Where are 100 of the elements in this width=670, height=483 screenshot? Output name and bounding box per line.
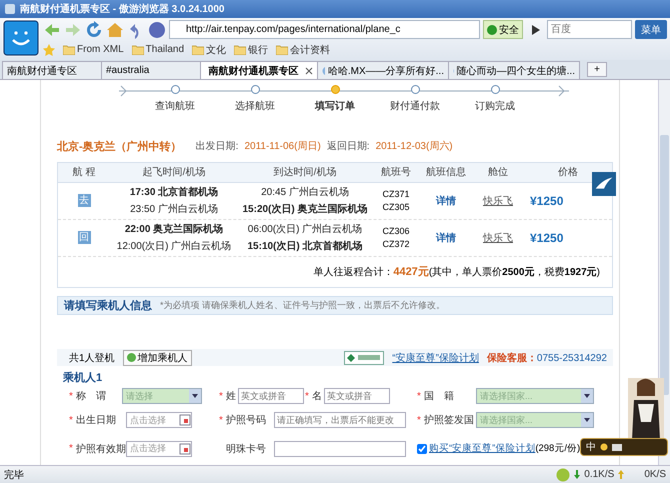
plane-icon[interactable] [592,172,616,196]
departure-text: 23:50 广州白云机场 [130,202,218,216]
total-text: 单人往返程合计：4427元(其中，单人票价2500元，税费1927元) [313,265,600,280]
star-icon[interactable] [43,44,55,56]
text-field[interactable]: 请正确填写，出票后不能更改 [274,412,406,428]
column-header: 航班号 [380,166,412,180]
date-label: 返回日期: [326,140,370,154]
field-label: 称 谓 [76,390,107,404]
browser-tab[interactable]: #australia [101,61,201,79]
calendar-icon [179,414,191,426]
flight-number: CZ305 [382,202,410,212]
name-field[interactable]: 英文或拼音 [238,388,304,404]
new-tab-button[interactable]: + [587,62,607,77]
required-mark: * [219,414,224,426]
required-mark: * [219,390,224,402]
required-mark: * [417,390,422,402]
details-link[interactable]: 详情 [420,230,472,245]
column-header: 航 程 [72,166,96,180]
keyboard-icon [612,444,622,450]
departure-text: 17:30 北京首都机场 [130,185,218,200]
field-label: 护照签发国 [424,414,474,428]
bookmark-folder[interactable]: 银行 [234,42,268,56]
bookmark-folder[interactable]: From XML [63,44,124,55]
cabin-link[interactable]: 快乐飞 [472,194,524,208]
step-label: 选择航班 [235,100,275,113]
name-field[interactable]: 英文或拼音 [324,388,390,404]
add-passenger-button[interactable]: 增加乘机人 [122,350,192,366]
folder-icon [192,44,204,54]
browser-tab[interactable]: 南航财付通机票专区 [200,61,318,79]
arrival-text: 20:45 广州白云机场 [261,186,349,200]
step-label: 订购完成 [475,100,515,113]
input-method-bar[interactable]: 中 [580,438,668,456]
calendar-icon [179,442,191,455]
required-mark: * [69,414,74,426]
flight-number: CZ306 [382,226,410,236]
search-field[interactable]: 百度 [547,20,632,39]
bookmark-folder[interactable]: 文化 [192,42,226,56]
arrival-text: 15:20(次日) 奥克兰国际机场 [242,202,368,216]
route-title: 北京-奥克兰（广州中转） [57,140,182,154]
address-field[interactable]: http://air.tenpay.com/pages/international/plane_c [169,20,480,39]
folder-icon [276,44,288,54]
upload-speed: 0K/S [644,469,666,480]
menu-button[interactable]: 菜单 [635,20,667,39]
date-label: 出发日期: [196,140,238,154]
step-label: 查询航班 [155,100,195,113]
column-header: 价格 [557,166,579,180]
cabin-link[interactable]: 快乐飞 [472,230,524,245]
price-text: ¥1250 [530,194,564,208]
field-label: 护照号码 [226,414,267,428]
folder-icon [63,44,75,54]
column-header: 航班信息 [425,166,467,180]
download-speed: 0.1K/S [584,469,614,480]
column-header: 起飞时间/机场 [142,166,206,180]
depart-date: 2011-11-06(周日) [244,140,321,154]
section-title: 请填写乘机人信息 [64,298,152,313]
step-label: 填写订单 [315,100,355,113]
details-link[interactable]: 详情 [420,194,472,208]
field-label: 护照有效期 [76,442,124,456]
scrollbar-thumb[interactable] [660,135,669,395]
required-mark: * [69,390,74,402]
browser-tab[interactable]: 哈哈.MX——分享所有好... [317,61,449,79]
arrival-text: 15:10(次日) 北京首都机场 [247,239,363,254]
folder-icon [234,44,246,54]
hotline-text: 保险客服：0755-25314292 [486,351,607,364]
checkbox-label[interactable]: 购买“安康至尊”保险计划(298元/份) [429,442,580,456]
price-text: ¥1250 [530,230,564,245]
window-title: 南航财付通机票专区 - 傲游浏览器 3.0.24.1000 [20,2,224,16]
field-label: 明珠卡号 [226,442,267,456]
required-mark: * [69,443,74,454]
field-label: 国 籍 [424,390,455,404]
insurance-checkbox[interactable] [417,444,427,454]
column-header: 舱位 [487,166,509,180]
departure-text: 22:00 奥克兰国际机场 [124,222,224,236]
field-label: 名 [312,390,322,404]
bookmark-folder[interactable]: Thailand [132,44,184,55]
passenger-heading: 乘机人1 [63,370,104,384]
departure-text: 12:00(次日) 广州白云机场 [116,240,232,254]
home-icon[interactable] [106,20,124,38]
insurer-logo [344,350,384,364]
browser-tab[interactable]: 南航财付通专区 [2,61,102,79]
close-icon[interactable] [305,66,313,74]
leg-tag: 去 [78,194,90,208]
download-arrow-icon [574,470,580,479]
bookmark-folder[interactable]: 会计资料 [276,42,330,56]
step-label: 财付通付款 [390,100,440,113]
folder-icon [132,44,144,54]
return-date: 2011-12-03(周六) [376,140,453,154]
status-text: 完毕 [4,468,25,482]
arrival-text: 06:00(次日) 广州白云机场 [248,222,362,236]
field-label: 姓 [226,390,236,404]
insurance-link[interactable]: “安康至尊”保险计划 [392,350,479,364]
refresh-icon[interactable] [85,20,103,38]
security-badge[interactable]: 安全 [483,20,523,39]
column-header: 到达时间/机场 [272,166,338,180]
text-field[interactable] [274,440,406,457]
smiley-logo[interactable] [3,20,39,56]
browser-tab[interactable]: 随心而动—四个女生的塘... [448,61,580,79]
flight-number: CZ371 [382,189,410,200]
upload-arrow-icon [618,470,624,479]
leg-tag: 回 [78,231,90,244]
